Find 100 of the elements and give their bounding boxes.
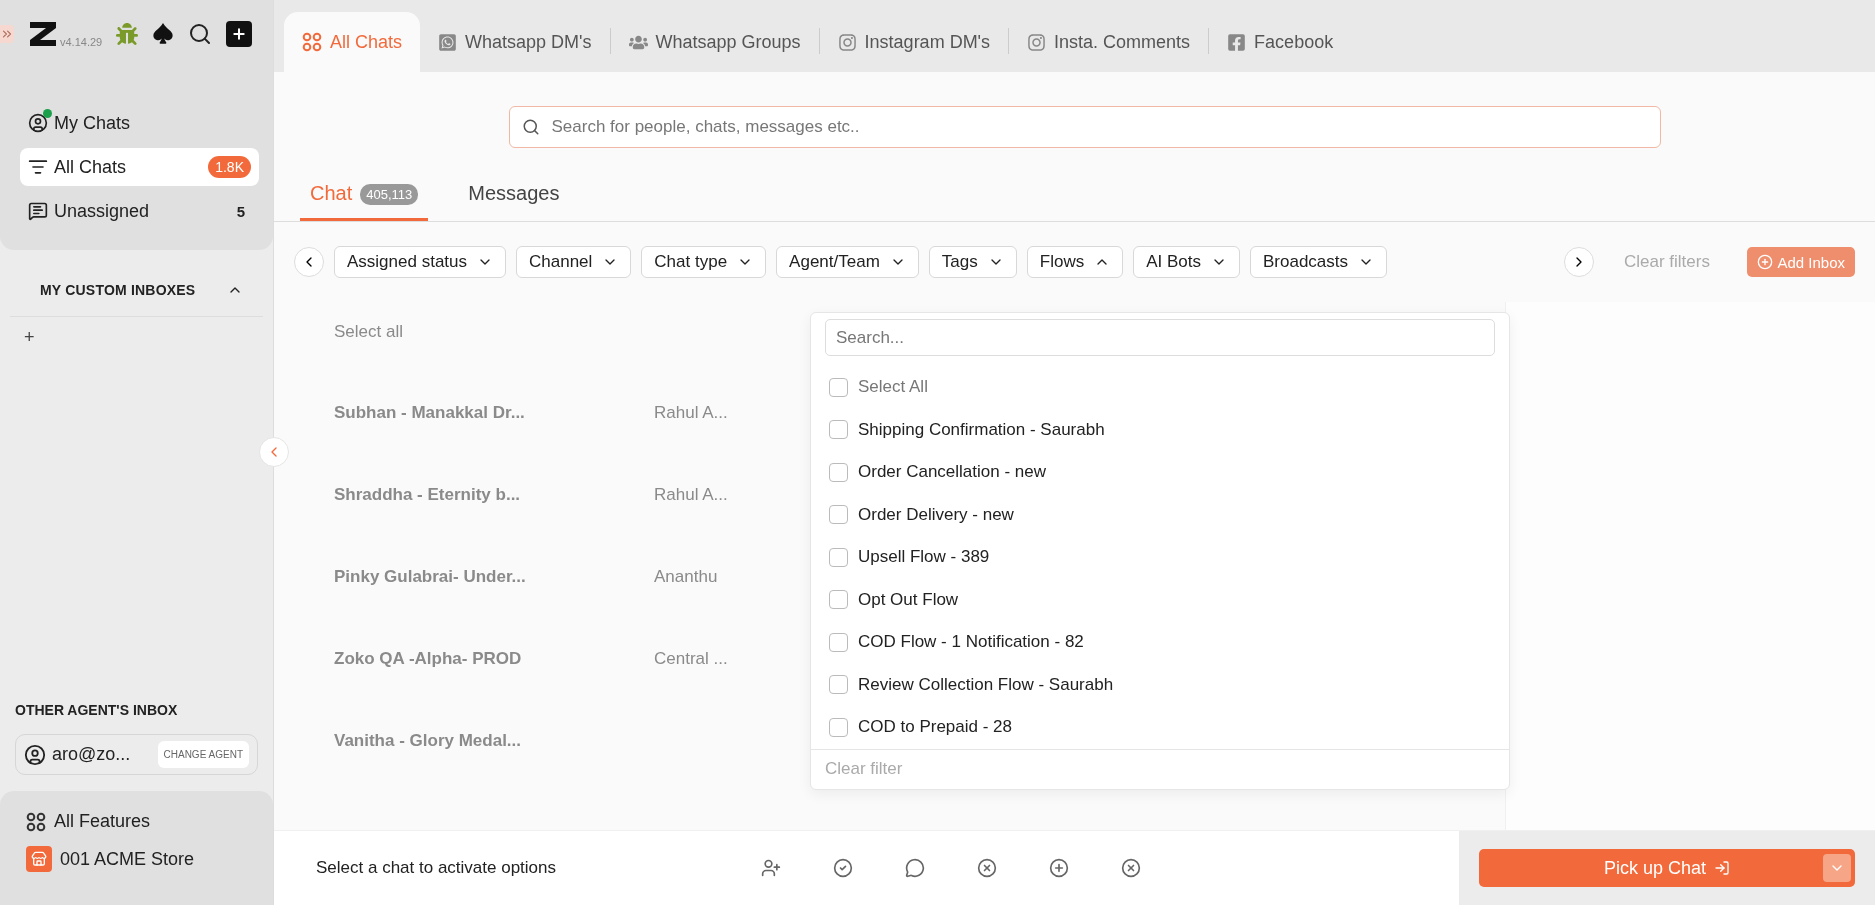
- checkbox[interactable]: [829, 675, 848, 695]
- dropdown-search-field[interactable]: Search...: [825, 319, 1495, 357]
- tab-label: Messages: [468, 182, 560, 205]
- tab-label: All Chats: [330, 31, 403, 53]
- footer-item[interactable]: All Features: [26, 811, 247, 832]
- chat-name: Subhan - Manakkal Dr...: [334, 403, 526, 423]
- instagram-icon: [837, 32, 857, 52]
- checkbox[interactable]: [829, 462, 848, 482]
- search-input[interactable]: Search for people, chats, messages etc..: [549, 116, 1648, 138]
- tab-label: Instagram DM's: [864, 31, 991, 53]
- nav-item[interactable]: Unassigned 5: [20, 192, 259, 230]
- agent-name: Rahul A...: [654, 485, 728, 505]
- assign-user-icon[interactable]: [761, 858, 781, 878]
- close-icon[interactable]: [1121, 858, 1141, 878]
- check-circle-icon[interactable]: [833, 858, 853, 878]
- expand-tab[interactable]: [0, 25, 14, 43]
- flow-option[interactable]: Shipping Confirmation - Saurabh: [825, 408, 1495, 452]
- filter-dropdown[interactable]: Agent/Team: [776, 246, 919, 278]
- nav-item[interactable]: All Chats 1.8K: [20, 148, 259, 186]
- view-tab[interactable]: Messages: [458, 182, 570, 221]
- checkbox[interactable]: [829, 505, 848, 525]
- count-badge: 405,113: [360, 184, 419, 205]
- store-icon: [31, 851, 47, 867]
- filter-dropdown[interactable]: Tags: [928, 246, 1017, 278]
- caret-button[interactable]: [1823, 854, 1851, 882]
- footer-label: All Features: [54, 811, 151, 832]
- count-badge: 1.8K: [208, 156, 251, 178]
- add-circle-icon[interactable]: [1049, 858, 1069, 878]
- grid-icon: [302, 32, 322, 52]
- double-chevron-icon: [0, 27, 14, 41]
- spade-icon[interactable]: [152, 23, 175, 45]
- channel-tab[interactable]: Instagram DM's: [819, 12, 1009, 72]
- channel-tab[interactable]: Whatsapp DM's: [420, 12, 610, 72]
- nav-label: Unassigned: [54, 200, 151, 222]
- chat-name: Shraddha - Eternity b...: [334, 485, 522, 505]
- footer-label: 001 ACME Store: [60, 848, 195, 870]
- search-icon: [521, 118, 540, 136]
- search-icon[interactable]: [188, 22, 213, 46]
- flow-option[interactable]: COD to Prepaid - 28: [825, 706, 1495, 749]
- tab-label: Insta. Comments: [1054, 31, 1191, 53]
- checkbox[interactable]: [829, 420, 848, 440]
- section-title: MY CUSTOM INBOXES: [40, 282, 196, 298]
- flow-option[interactable]: Review Collection Flow - Saurabh: [825, 663, 1495, 707]
- search-field[interactable]: Search for people, chats, messages etc..: [508, 106, 1661, 148]
- filter-dropdown[interactable]: Flows: [1026, 246, 1124, 278]
- flow-option[interactable]: Upsell Flow - 389: [825, 536, 1495, 579]
- count-label: 5: [236, 202, 246, 220]
- agent-name: Ananthu: [654, 567, 718, 587]
- nav-label: All Chats: [54, 156, 128, 178]
- version-label: v4.14.29: [60, 36, 103, 48]
- option-label: Upsell Flow - 389: [858, 547, 990, 568]
- filter-dropdown[interactable]: Assigned status: [334, 246, 506, 278]
- chat-bubble-icon[interactable]: [905, 858, 925, 878]
- agent-name: Central ...: [654, 649, 728, 669]
- nav-item[interactable]: My Chats: [20, 104, 259, 142]
- scroll-right-button[interactable]: [1564, 247, 1594, 277]
- grid-icon: [26, 811, 46, 832]
- checkbox[interactable]: [829, 717, 848, 737]
- select-all-label: Select all: [334, 322, 404, 342]
- change-agent-button[interactable]: CHANGE AGENT: [157, 741, 249, 768]
- tab-label: Facebook: [1254, 31, 1334, 53]
- user-icon: [28, 113, 48, 133]
- option-label: Order Delivery - new: [858, 504, 1014, 525]
- filter-dropdown[interactable]: Broadcasts: [1250, 246, 1388, 278]
- select-all-option[interactable]: Select All: [825, 366, 1495, 409]
- logo-icon: [28, 20, 58, 48]
- filter-dropdown[interactable]: AI Bots: [1133, 246, 1240, 278]
- filter-dropdown[interactable]: Chat type: [641, 246, 767, 278]
- filter-dropdown[interactable]: Channel: [516, 246, 632, 278]
- channel-tab[interactable]: Facebook: [1209, 12, 1352, 72]
- scroll-left-button[interactable]: [294, 247, 324, 277]
- add-button[interactable]: [226, 21, 253, 47]
- channel-tab[interactable]: Whatsapp Groups: [610, 12, 819, 72]
- login-icon: [1714, 860, 1731, 876]
- chat-name: Vanitha - Glory Medal...: [334, 731, 523, 751]
- channel-tab[interactable]: Insta. Comments: [1009, 12, 1209, 72]
- tab-label: Whatsapp DM's: [465, 31, 592, 53]
- flow-option[interactable]: Order Delivery - new: [825, 493, 1495, 537]
- close-circle-icon[interactable]: [977, 858, 997, 878]
- agent-name: Rahul A...: [654, 403, 728, 423]
- hint-text: Select a chat to activate options: [316, 858, 558, 878]
- flow-option[interactable]: COD Flow - 1 Notification - 82: [825, 621, 1495, 664]
- tab-label: Whatsapp Groups: [655, 31, 801, 53]
- option-label: Select All: [858, 377, 928, 398]
- checkbox[interactable]: [829, 632, 848, 652]
- checkbox[interactable]: [829, 377, 848, 397]
- chat-icon: [28, 201, 48, 221]
- instagram-icon: [1027, 32, 1047, 52]
- agent-name: aro@zo...: [52, 744, 132, 765]
- option-label: Shipping Confirmation - Saurabh: [858, 419, 1105, 440]
- option-label: Opt Out Flow: [858, 589, 959, 610]
- checkbox[interactable]: [829, 547, 848, 567]
- checkbox[interactable]: [829, 590, 848, 610]
- flow-option[interactable]: Opt Out Flow: [825, 578, 1495, 622]
- flow-option[interactable]: Order Cancellation - new: [825, 451, 1495, 494]
- collapse-button[interactable]: [259, 437, 289, 467]
- bug-icon[interactable]: [116, 23, 139, 45]
- option-label: Order Cancellation - new: [858, 462, 1047, 483]
- add-inbox-link[interactable]: +: [0, 317, 273, 358]
- footer-item[interactable]: 001 ACME Store: [26, 846, 247, 872]
